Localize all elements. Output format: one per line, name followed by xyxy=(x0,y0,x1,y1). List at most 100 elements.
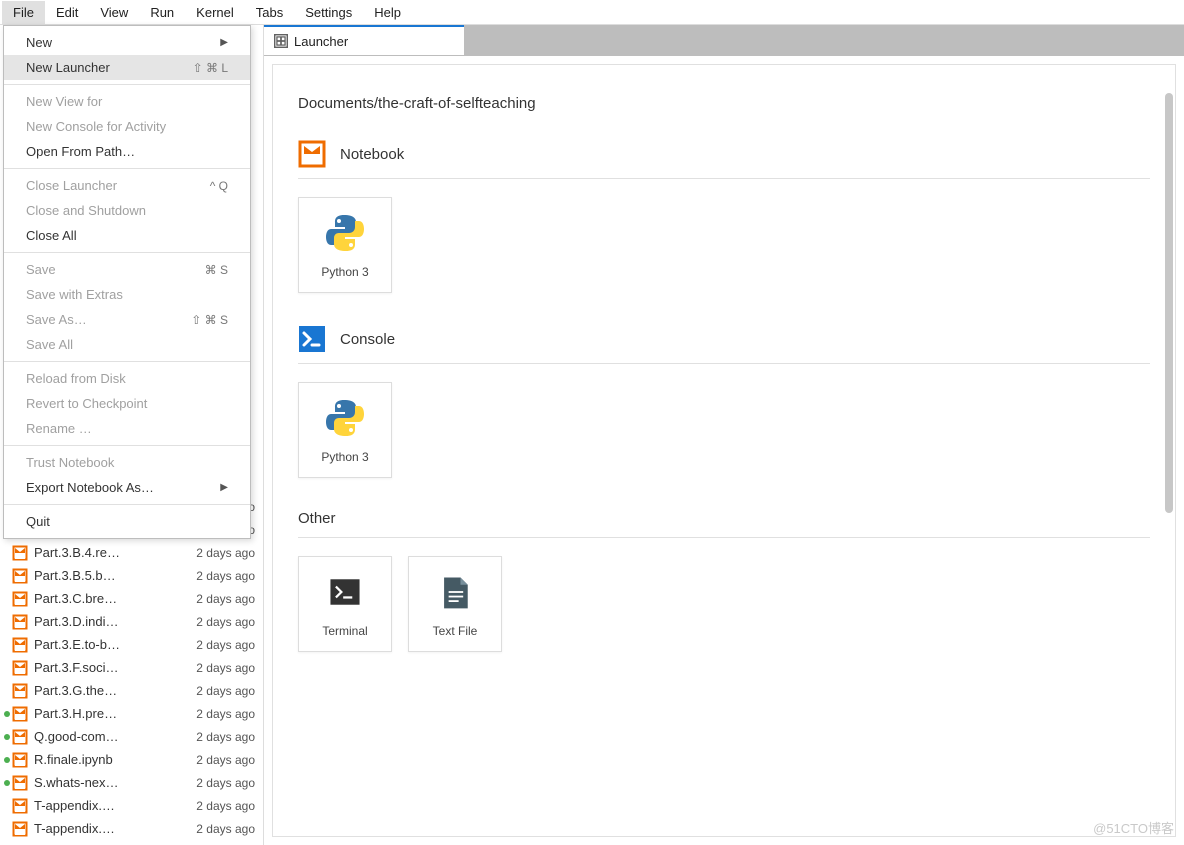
file-row[interactable]: T-appendix.…2 days ago xyxy=(0,794,263,817)
notebook-section-icon xyxy=(298,140,326,168)
file-name: R.finale.ipynb xyxy=(34,752,190,767)
spacer xyxy=(4,642,10,648)
menu-item-reload-from-disk: Reload from Disk xyxy=(4,366,250,391)
section-title: Console xyxy=(340,331,395,348)
notebook-file-icon xyxy=(12,683,28,699)
terminal-icon xyxy=(323,570,367,614)
menu-settings[interactable]: Settings xyxy=(294,1,363,24)
launcher-card-python-3[interactable]: Python 3 xyxy=(298,382,392,478)
menu-item-quit[interactable]: Quit xyxy=(4,509,250,534)
spacer xyxy=(4,803,10,809)
menu-item-new-launcher[interactable]: New Launcher⇧ ⌘ L xyxy=(4,55,250,80)
menu-file[interactable]: File xyxy=(2,1,45,24)
file-modified-time: 2 days ago xyxy=(190,776,255,790)
menu-kernel[interactable]: Kernel xyxy=(185,1,245,24)
menu-run[interactable]: Run xyxy=(139,1,185,24)
menu-item-label: Close All xyxy=(26,228,77,243)
card-row: Python 3 xyxy=(298,382,1150,478)
running-indicator-icon xyxy=(4,734,10,740)
menu-item-label: Close Launcher xyxy=(26,178,117,193)
section-header: Notebook xyxy=(298,140,1150,179)
running-indicator-icon xyxy=(4,711,10,717)
python-icon xyxy=(323,396,367,440)
file-modified-time: 2 days ago xyxy=(190,822,255,836)
tab-launcher[interactable]: Launcher xyxy=(264,25,464,55)
card-label: Text File xyxy=(433,624,478,638)
file-row[interactable]: Part.3.C.bre…2 days ago xyxy=(0,587,263,610)
notebook-file-icon xyxy=(12,798,28,814)
menu-tabs[interactable]: Tabs xyxy=(245,1,294,24)
spacer xyxy=(4,596,10,602)
card-label: Python 3 xyxy=(321,450,368,464)
menu-item-label: Quit xyxy=(26,514,50,529)
menu-item-trust-notebook: Trust Notebook xyxy=(4,450,250,475)
file-name: Part.3.B.4.re… xyxy=(34,545,190,560)
menu-item-open-from-path[interactable]: Open From Path… xyxy=(4,139,250,164)
menu-item-new-console-for-activity: New Console for Activity xyxy=(4,114,250,139)
menu-item-close-all[interactable]: Close All xyxy=(4,223,250,248)
file-row[interactable]: Part.3.G.the…2 days ago xyxy=(0,679,263,702)
launcher-section-other: OtherTerminalText File xyxy=(298,510,1150,652)
python-icon xyxy=(323,211,367,255)
file-name: T-appendix.… xyxy=(34,821,190,836)
file-row[interactable]: S.whats-nex…2 days ago xyxy=(0,771,263,794)
card-row: Python 3 xyxy=(298,197,1150,293)
file-row[interactable]: Part.3.H.pre…2 days ago xyxy=(0,702,263,725)
file-modified-time: 2 days ago xyxy=(190,753,255,767)
menu-item-label: New xyxy=(26,35,52,50)
file-row[interactable]: Part.3.E.to-b…2 days ago xyxy=(0,633,263,656)
menu-item-label: Close and Shutdown xyxy=(26,203,146,218)
menu-item-close-launcher: Close Launcher^ Q xyxy=(4,173,250,198)
menu-item-rename: Rename … xyxy=(4,416,250,441)
notebook-file-icon xyxy=(12,591,28,607)
scrollbar-thumb[interactable] xyxy=(1165,93,1173,513)
section-header: Console xyxy=(298,325,1150,364)
file-row[interactable]: R.finale.ipynb2 days ago xyxy=(0,748,263,771)
card-label: Python 3 xyxy=(321,265,368,279)
file-row[interactable]: Part.3.B.4.re…2 days ago xyxy=(0,541,263,564)
menu-item-export-notebook-as[interactable]: Export Notebook As…▶ xyxy=(4,475,250,500)
menu-item-label: Save All xyxy=(26,337,73,352)
file-modified-time: 2 days ago xyxy=(190,615,255,629)
running-indicator-icon xyxy=(4,780,10,786)
file-modified-time: 2 days ago xyxy=(190,661,255,675)
tab-bar: Launcher xyxy=(264,25,1184,56)
menu-item-label: New Console for Activity xyxy=(26,119,166,134)
menu-item-new[interactable]: New ▶ xyxy=(4,30,250,55)
file-modified-time: 2 days ago xyxy=(190,799,255,813)
file-name: Part.3.C.bre… xyxy=(34,591,190,606)
menu-item-save-as: Save As…⇧ ⌘ S xyxy=(4,307,250,332)
file-name: Part.3.E.to-b… xyxy=(34,637,190,652)
notebook-file-icon xyxy=(12,821,28,837)
launcher-section-notebook: Notebook Python 3 xyxy=(298,140,1150,293)
submenu-caret-icon: ▶ xyxy=(220,37,228,48)
notebook-file-icon xyxy=(12,660,28,676)
spacer xyxy=(4,826,10,832)
file-row[interactable]: Part.3.F.soci…2 days ago xyxy=(0,656,263,679)
file-modified-time: 2 days ago xyxy=(190,707,255,721)
file-row[interactable]: Q.good-com…2 days ago xyxy=(0,725,263,748)
tab-title: Launcher xyxy=(294,34,348,49)
card-label: Terminal xyxy=(322,624,367,638)
launcher-card-python-3[interactable]: Python 3 xyxy=(298,197,392,293)
spacer xyxy=(4,688,10,694)
menu-help[interactable]: Help xyxy=(363,1,412,24)
launcher-card-text-file[interactable]: Text File xyxy=(408,556,502,652)
menu-shortcut: ⌘ S xyxy=(205,263,228,277)
menu-edit[interactable]: Edit xyxy=(45,1,89,24)
notebook-file-icon xyxy=(12,568,28,584)
textfile-icon xyxy=(433,570,477,614)
file-row[interactable]: Part.3.B.5.b…2 days ago xyxy=(0,564,263,587)
menu-item-save-all: Save All xyxy=(4,332,250,357)
notebook-file-icon xyxy=(12,614,28,630)
menu-view[interactable]: View xyxy=(89,1,139,24)
menu-item-label: New View for xyxy=(26,94,102,109)
menu-item-label: Rename … xyxy=(26,421,92,436)
launcher-card-terminal[interactable]: Terminal xyxy=(298,556,392,652)
file-row[interactable]: T-appendix.…2 days ago xyxy=(0,817,263,840)
menu-shortcut: ⇧ ⌘ S xyxy=(191,313,228,327)
menu-item-new-view-for: New View for xyxy=(4,89,250,114)
card-row: Terminal Text File xyxy=(298,556,1150,652)
file-name: T-appendix.… xyxy=(34,798,190,813)
file-row[interactable]: Part.3.D.indi…2 days ago xyxy=(0,610,263,633)
